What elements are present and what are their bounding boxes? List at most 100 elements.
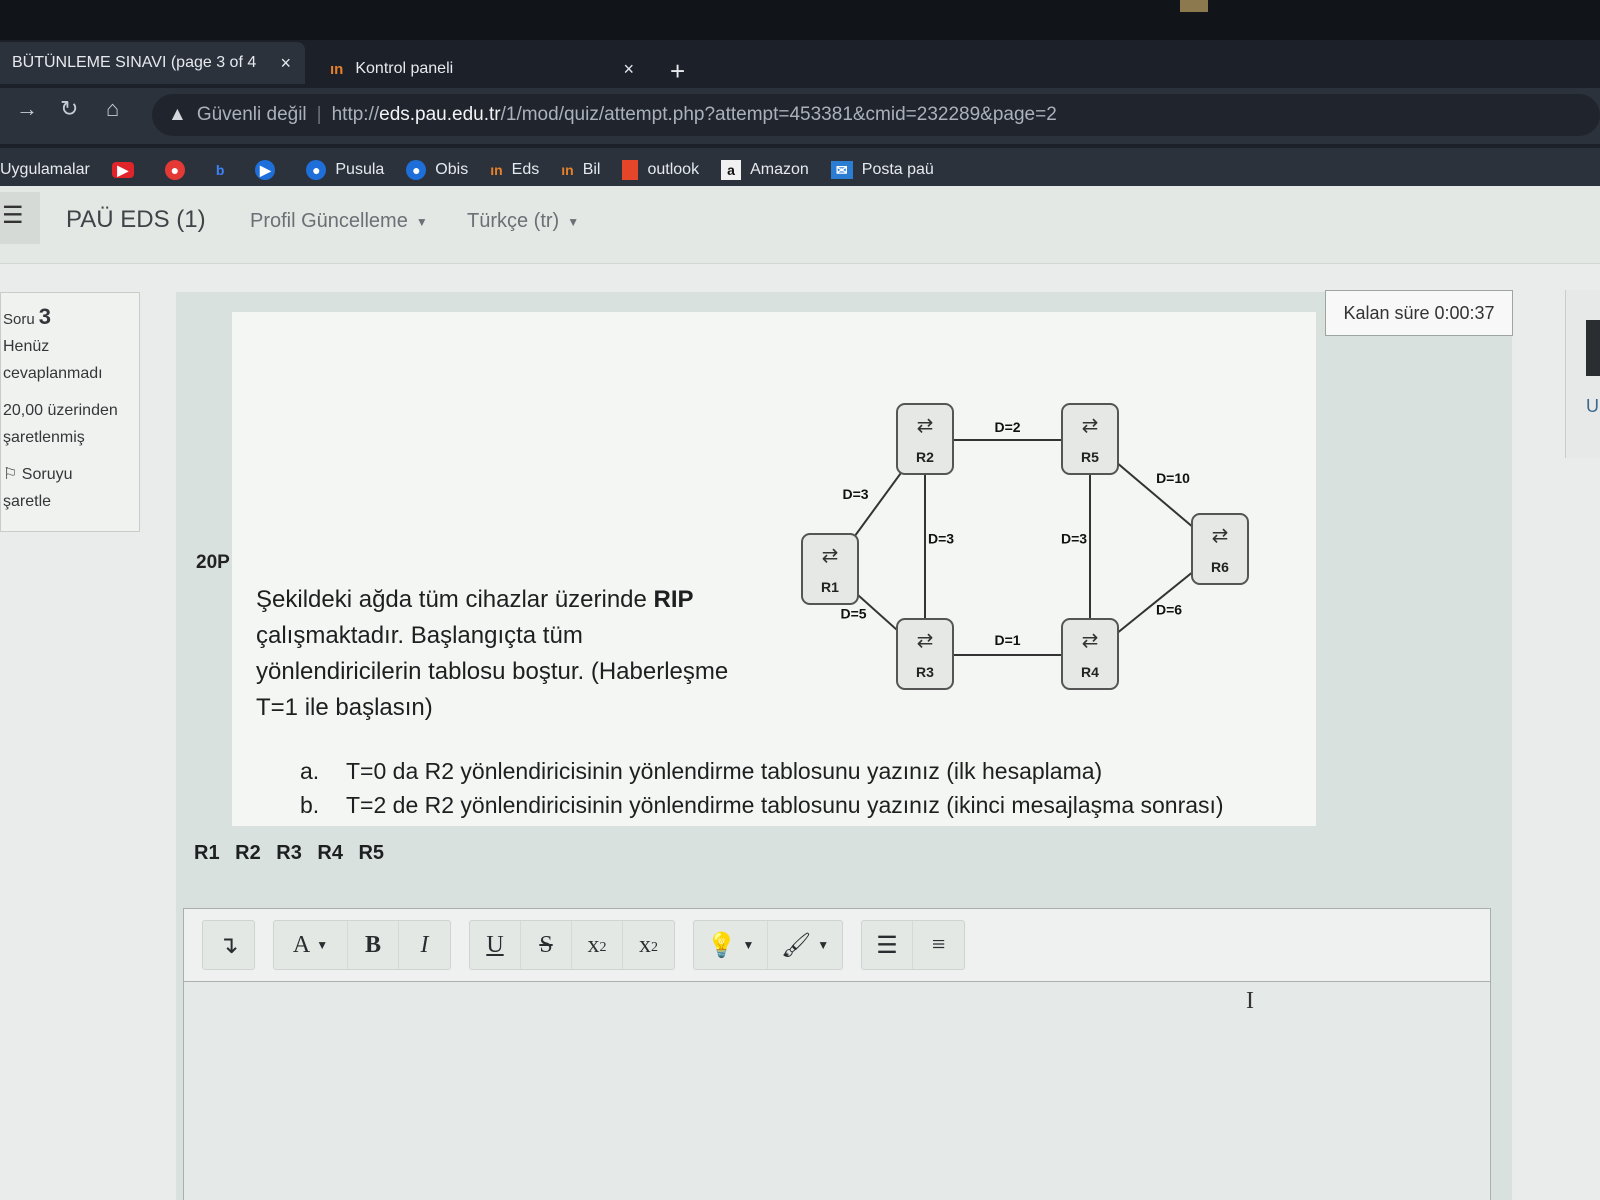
router-arrows-icon: ⇄ (1082, 415, 1099, 437)
site-name[interactable]: PAÜ EDS (1) (66, 206, 206, 234)
subscript-icon: x (587, 931, 600, 958)
bookmark-label: Uygulamalar (0, 161, 90, 178)
profile-menu-label: Profil Güncelleme (250, 210, 408, 232)
caret-down-icon: ▼ (567, 214, 580, 229)
flag-question-link[interactable]: ⚐ Soruyu (3, 461, 139, 488)
router-r3: ⇄ R3 (896, 618, 954, 690)
record-icon: ● (164, 160, 185, 180)
grade-line: şaretlenmiş (3, 429, 85, 446)
quiz-timer: Kalan süre 0:00:37 (1325, 290, 1513, 336)
link-label: D=3 (842, 486, 868, 502)
right-edge-text: U (1586, 396, 1599, 416)
font-icon: A (292, 931, 311, 958)
link-label: D=1 (994, 632, 1020, 648)
router-arrows-icon: ⇄ (822, 545, 839, 567)
bookmark-play[interactable]: ▶ (255, 160, 284, 180)
router-label: R2 (916, 449, 934, 465)
bookmark-outlook[interactable]: outlook (622, 160, 699, 180)
flag-icon: ⚐ (3, 466, 22, 483)
question-text-part: Şekildeki ağda tüm cihazlar üzerinde (256, 586, 654, 613)
caret-down-icon: ▼ (415, 214, 428, 229)
link-label: D=10 (1156, 470, 1190, 486)
question-item: a. T=0 da R2 yönlendiricisinin yönlendirm… (300, 758, 1102, 785)
superscript-button[interactable]: x2 (623, 921, 674, 969)
menu-icon[interactable]: ☰ (0, 192, 40, 244)
toolbar-group: A ▼ B I (273, 920, 451, 970)
router-r6: ⇄ R6 (1191, 513, 1249, 585)
close-icon[interactable]: × (280, 53, 291, 74)
new-tab-button[interactable]: + (670, 56, 685, 87)
bookmark-eds[interactable]: ın Eds (490, 161, 539, 179)
bookmark-obis[interactable]: ● Obis (406, 160, 468, 180)
bold-button[interactable]: B (348, 921, 399, 969)
profile-menu[interactable]: Profil Güncelleme ▼ (250, 210, 428, 233)
moodle-icon: ın (490, 162, 503, 178)
text-cursor-icon: I (1246, 988, 1254, 1014)
align-button[interactable]: 💡 ▼ (694, 921, 768, 969)
toolbar-group: U S x2 x2 (469, 920, 675, 970)
font-style-button[interactable]: A ▼ (274, 921, 348, 969)
language-menu[interactable]: Türkçe (tr) ▼ (467, 210, 579, 233)
status-line: cevaplanmadı (3, 365, 103, 382)
network-diagram: ⇄ R1 ⇄ R2 ⇄ R3 ⇄ R4 ⇄ R5 ⇄ R6 D=3 D=5 D=2 D=3 D=1 D=3 D=1… (801, 403, 1249, 690)
address-bar[interactable]: ▲ Güvenli değil | http://eds.pau.edu.tr /… (152, 94, 1600, 136)
moodle-icon: ın (561, 162, 574, 178)
color-button[interactable]: 🖌 ▼ (768, 921, 842, 969)
tab-label: BÜTÜNLEME SINAVI (page 3 of 4 (12, 54, 257, 71)
bookmark-label: Posta paü (861, 161, 934, 178)
titlebar-decoration (1180, 0, 1208, 12)
window-titlebar (0, 0, 1600, 40)
forward-icon[interactable]: → (16, 96, 38, 122)
question-number: 3 (38, 304, 51, 329)
answer-text[interactable]: R1 R2 R3 R4 R5 (194, 842, 384, 865)
expand-toolbar-button[interactable]: ↴ (203, 921, 254, 969)
tab-quiz[interactable]: BÜTÜNLEME SINAVI (page 3 of 4 × (0, 42, 305, 84)
strikethrough-button[interactable]: S (521, 921, 572, 969)
item-letter: a. (300, 758, 320, 784)
bookmark-label: Eds (511, 161, 540, 178)
block-handle[interactable] (1586, 320, 1600, 376)
bookmark-label: outlook (647, 161, 700, 178)
router-arrows-icon: ⇄ (917, 630, 934, 652)
bookmark-apps[interactable]: Uygulamalar (0, 161, 90, 179)
moodle-icon: ın (330, 60, 344, 78)
tab-kontrol-paneli[interactable]: ın Kontrol paneli × (318, 48, 648, 90)
subscript-digit: 2 (599, 939, 607, 955)
item-text: T=2 de R2 yönlendiricisinin yönlendirme … (346, 792, 1224, 818)
obis-icon: ● (406, 160, 427, 180)
numbered-list-button[interactable]: ≡ (913, 921, 964, 969)
brush-icon: 🖌 (780, 932, 812, 959)
bullet-list-button[interactable]: ☰ (862, 921, 913, 969)
bookmark-bil[interactable]: ın Bil (561, 161, 600, 179)
italic-button[interactable]: I (399, 921, 450, 969)
outlook-icon: ✉ (830, 161, 853, 179)
question-text: Şekildeki ağda tüm cihazlar üzerinde RIP… (256, 582, 736, 726)
bookmark-youtube[interactable]: ▶ (111, 162, 143, 178)
toolbar-group: ↴ (202, 920, 255, 970)
router-label: R5 (1081, 449, 1099, 465)
answer-editor[interactable] (183, 982, 1491, 1200)
home-icon[interactable]: ⌂ (106, 96, 119, 122)
right-block: U (1565, 290, 1600, 458)
lightbulb-icon: 💡 (706, 932, 737, 959)
caret-down-icon: ▼ (742, 938, 755, 952)
separator: | (316, 104, 322, 125)
close-icon[interactable]: × (623, 59, 634, 80)
tab-label: Kontrol paneli (355, 60, 454, 77)
subscript-button[interactable]: x2 (572, 921, 623, 969)
link-label: D=3 (1061, 531, 1087, 547)
link-label: D=6 (1156, 602, 1182, 618)
bookmark-amazon[interactable]: a Amazon (721, 160, 809, 180)
underline-button[interactable]: U (470, 921, 521, 969)
bookmark-record[interactable]: ● (164, 160, 194, 180)
numbered-list-icon: ≡ (931, 931, 946, 958)
reload-icon[interactable]: ↻ (60, 96, 78, 122)
bookmark-pusula[interactable]: ● Pusula (306, 160, 384, 180)
warning-icon: ▲ (168, 104, 187, 125)
bookmark-posta[interactable]: ✉ Posta paü (830, 161, 934, 179)
play-icon: ▶ (255, 160, 276, 180)
question-info-panel: Soru 3 Henüz cevaplanmadı 20,00 üzerinden… (0, 292, 140, 532)
bookmark-b[interactable]: b (216, 162, 234, 178)
url-host: eds.pau.edu.tr (379, 104, 501, 125)
router-label: R6 (1211, 559, 1229, 575)
